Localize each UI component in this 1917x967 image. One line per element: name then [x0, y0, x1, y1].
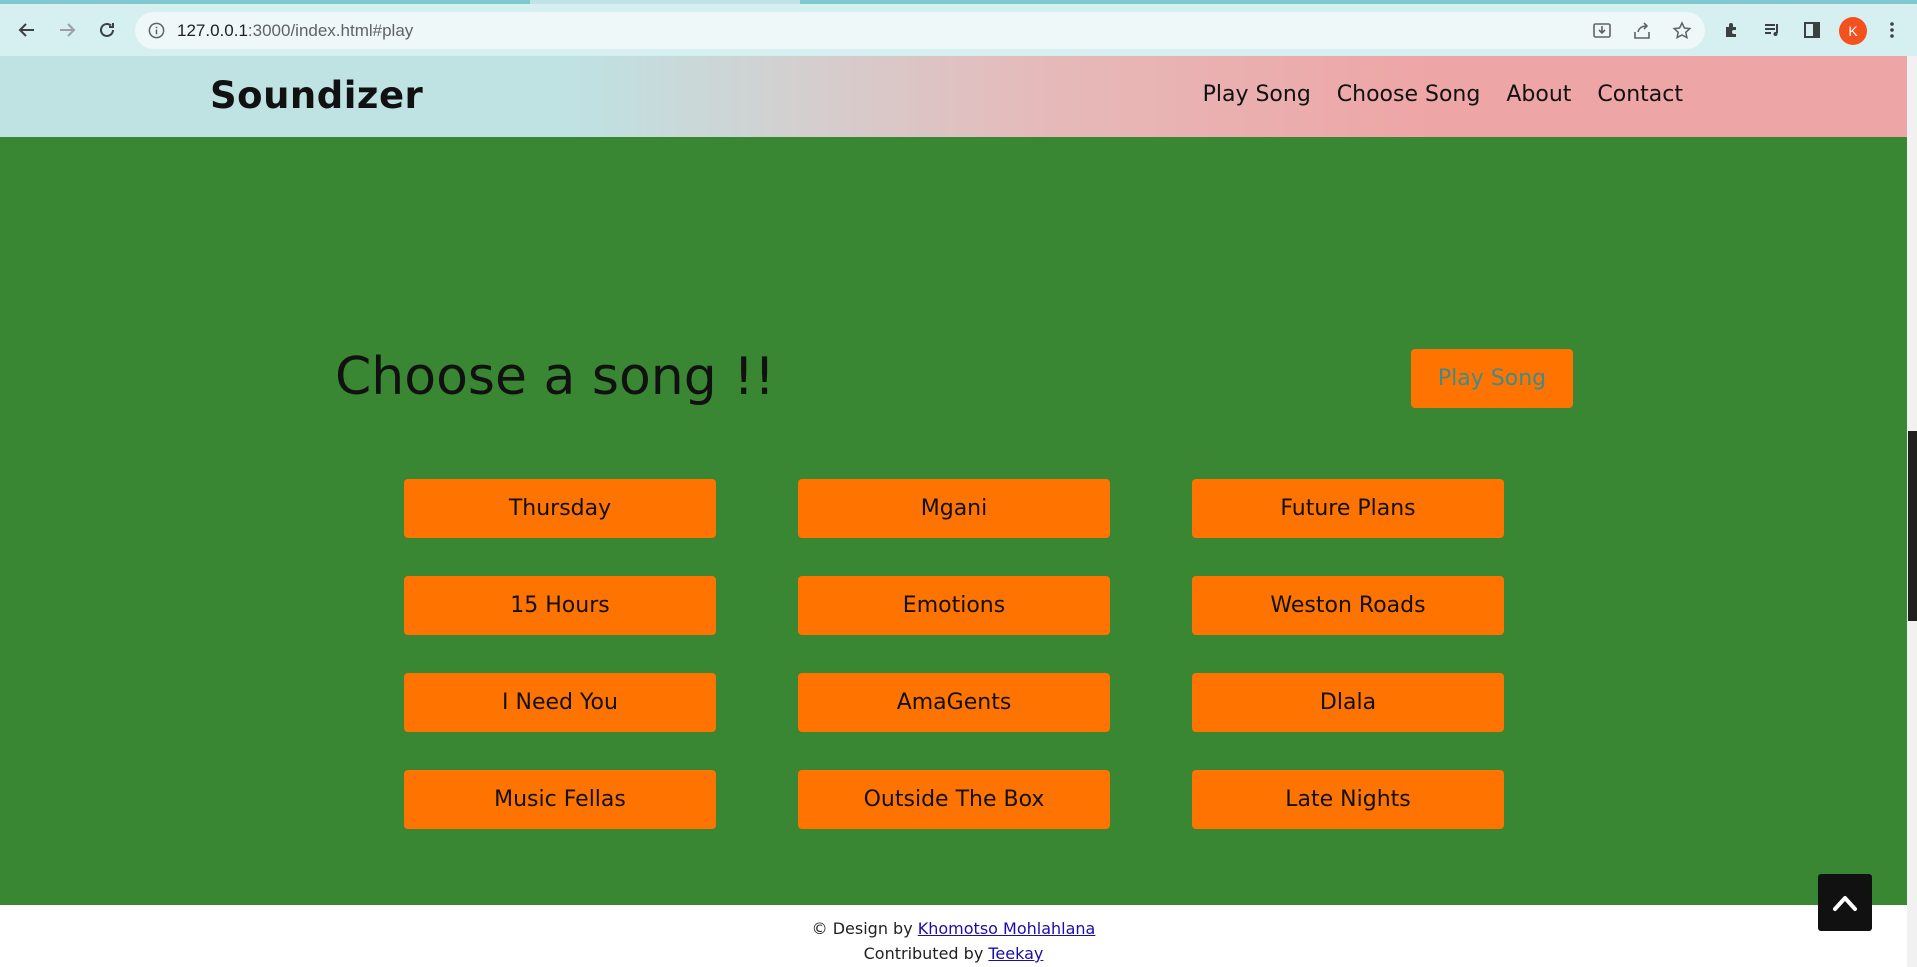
scrollbar-thumb[interactable] [1908, 431, 1917, 621]
play-song-button[interactable]: Play Song [1411, 349, 1573, 408]
side-panel-icon[interactable] [1796, 14, 1828, 46]
media-icon[interactable] [1756, 14, 1788, 46]
extensions-icon[interactable] [1716, 14, 1748, 46]
contributor-credit: Contributed by Teekay [863, 944, 1044, 963]
reload-icon[interactable] [91, 14, 123, 46]
site-navbar: Soundizer Play Song Choose Song About Co… [0, 56, 1907, 137]
web-page: Soundizer Play Song Choose Song About Co… [0, 56, 1907, 967]
song-button-music-fellas[interactable]: Music Fellas [404, 770, 716, 829]
site-brand[interactable]: Soundizer [210, 74, 423, 117]
url-text: 127.0.0.1:3000/index.html#play [177, 21, 414, 40]
site-info-icon[interactable] [147, 21, 166, 40]
song-button-amagents[interactable]: AmaGents [798, 673, 1110, 732]
song-button-15-hours[interactable]: 15 Hours [404, 576, 716, 635]
chevron-up-icon [1833, 895, 1857, 911]
song-button-late-nights[interactable]: Late Nights [1192, 770, 1504, 829]
profile-avatar[interactable]: K [1839, 17, 1867, 45]
designer-link[interactable]: Khomotso Mohlahlana [918, 919, 1096, 938]
song-button-dlala[interactable]: Dlala [1192, 673, 1504, 732]
menu-dots-icon[interactable] [1876, 14, 1908, 46]
forward-icon[interactable] [51, 14, 83, 46]
song-button-emotions[interactable]: Emotions [798, 576, 1110, 635]
contributor-link[interactable]: Teekay [988, 944, 1043, 963]
scroll-to-top-button[interactable] [1818, 874, 1872, 931]
page-scrollbar[interactable] [1907, 56, 1917, 967]
site-footer: © Design by Khomotso Mohlahlana Contribu… [0, 905, 1907, 967]
browser-toolbar: 127.0.0.1:3000/index.html#play K [0, 4, 1917, 56]
install-icon[interactable] [1591, 20, 1613, 42]
address-bar[interactable]: 127.0.0.1:3000/index.html#play [135, 12, 1705, 49]
design-credit: © Design by Khomotso Mohlahlana [811, 919, 1096, 938]
share-icon[interactable] [1631, 20, 1653, 42]
song-button-outside-the-box[interactable]: Outside The Box [798, 770, 1110, 829]
song-button-thursday[interactable]: Thursday [404, 479, 716, 538]
song-grid: Thursday Mgani Future Plans 15 Hours Emo… [404, 479, 1504, 829]
song-button-weston-roads[interactable]: Weston Roads [1192, 576, 1504, 635]
nav-links: Play Song Choose Song About Contact [1203, 82, 1683, 107]
nav-link-contact[interactable]: Contact [1597, 82, 1683, 107]
nav-link-choose-song[interactable]: Choose Song [1337, 82, 1481, 107]
song-button-future-plans[interactable]: Future Plans [1192, 479, 1504, 538]
section-heading: Choose a song !! [335, 347, 775, 407]
choose-song-section: Choose a song !! Play Song Thursday Mgan… [0, 137, 1907, 905]
song-button-mgani[interactable]: Mgani [798, 479, 1110, 538]
song-button-i-need-you[interactable]: I Need You [404, 673, 716, 732]
nav-link-play-song[interactable]: Play Song [1203, 82, 1311, 107]
bookmark-star-icon[interactable] [1671, 20, 1693, 42]
nav-link-about[interactable]: About [1506, 82, 1571, 107]
back-icon[interactable] [11, 14, 43, 46]
